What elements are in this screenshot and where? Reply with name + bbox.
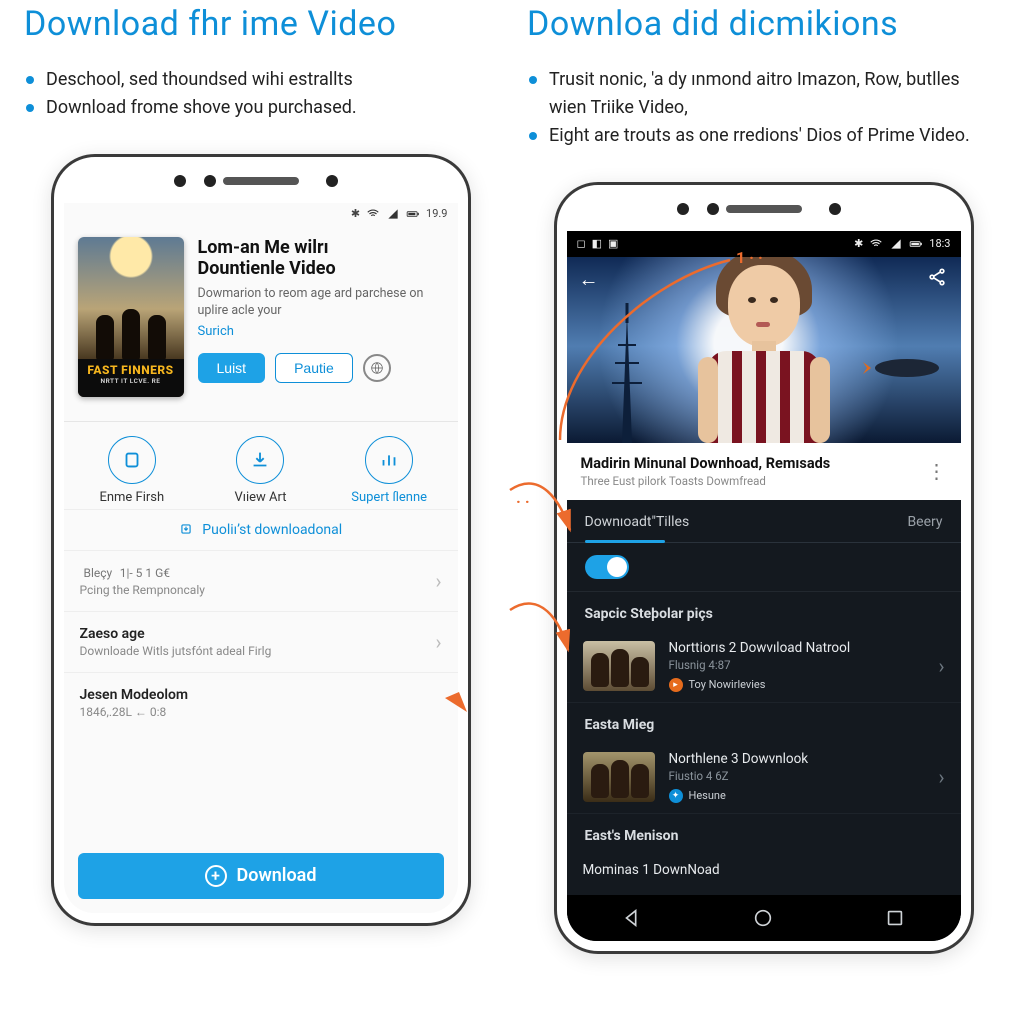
plus-icon: + [205, 865, 227, 887]
play-button[interactable]: Pautie [275, 353, 353, 383]
battery-icon [909, 237, 923, 251]
nav-recent-icon[interactable] [884, 907, 906, 929]
android-navbar [567, 895, 961, 941]
chevron-right-icon: › [435, 630, 441, 654]
card-title: Madirin Minunal Downhoad, Remısads Тhree… [567, 443, 961, 500]
chevron-right-icon: › [435, 569, 441, 593]
back-arrow-icon[interactable]: ← [579, 267, 599, 292]
bullets-left: Deschool, sed thoundsed wihi estrallts D… [24, 66, 497, 122]
step-label: ·· [516, 492, 534, 511]
thumbnail [583, 752, 655, 802]
download-button[interactable]: + Download [78, 853, 444, 899]
card-subtitle: Тhree Eust pilork Toasts Dowmfread [581, 474, 831, 488]
bullet: Trusit nonic, 'a dy ınmond aitro Imazon,… [527, 66, 1000, 122]
list-item[interactable]: Jesen Modeolom 1846,.28L ← 0:8 [64, 673, 458, 733]
download-icon[interactable] [108, 436, 156, 484]
heading-left: Download fhr ime Video [24, 4, 497, 44]
auto-download-toggle[interactable] [585, 555, 629, 579]
circle-label: Vıiew Art [205, 490, 315, 505]
poster-title: FAST FINNERS [87, 363, 173, 377]
chevron-right-icon: › [938, 765, 944, 789]
bars-icon[interactable] [365, 436, 413, 484]
cell-icon [889, 237, 903, 251]
circle-label[interactable]: Supert ſlenne [334, 490, 444, 505]
card-heading: Madirin Minunal Downhoad, Remısads [581, 455, 831, 472]
playlist-download-link[interactable]: Puoliı’st downloadonal [64, 509, 458, 551]
status-time: 19.9 [426, 207, 447, 220]
status-dot-icon: ▸ [669, 678, 683, 692]
nav-back-icon[interactable] [621, 907, 643, 929]
wifi-icon [366, 207, 380, 221]
phone-right: ◻◧▣ ✱ 18:3 ← [554, 182, 974, 954]
step-label: 1·· [736, 248, 767, 267]
bullet: Deschool, sed thoundsed wihi estrallts [24, 66, 497, 94]
movie-desc: Dowmarion to reom age ard parchese on up… [198, 286, 444, 320]
hero-image: ← [567, 257, 961, 443]
circle-label: Enme Firsh [77, 490, 187, 505]
movie-title: Lom-an Me wilrı Dountienle Video [198, 237, 444, 280]
list-item[interactable]: Bleçy 1|- 5 1 G€ Pcing the Rempnoncaly › [64, 551, 458, 612]
list-button[interactable]: Luist [198, 353, 266, 383]
download-row[interactable]: Northlene 3 Dowvnlook Fiustio 4 6Z ✦Hesu… [567, 741, 961, 814]
cell-icon [386, 207, 400, 221]
heading-right: Downloa did dicmikions [527, 4, 1000, 44]
section-heading: East's Menison [567, 814, 961, 852]
share-icon[interactable] [927, 267, 947, 291]
status-bar-light: ✱ 19.9 [64, 203, 458, 225]
poster-subtitle: NRTT IT LCVE. RE [78, 377, 184, 385]
bullets-right: Trusit nonic, 'a dy ınmond aitro Imazon,… [527, 66, 1000, 150]
download-row[interactable]: Norttiorıs 2 Dowvıload Natrool Flusnig 4… [567, 630, 961, 703]
globe-icon[interactable] [363, 354, 391, 382]
status-time: 18:3 [929, 237, 950, 250]
bullet: Eight are trouts as one rredions' Dios o… [527, 122, 1000, 150]
tab-downloads[interactable]: Downıoadt"Tilles [567, 500, 708, 542]
nav-home-icon[interactable] [752, 907, 774, 929]
phone-left: ✱ 19.9 FAST FINNERS NRTT IT LCVE. RE [51, 154, 471, 926]
section-heading: Sapcic Steþolar piçs [567, 592, 961, 630]
battery-icon [406, 207, 420, 221]
list-item[interactable]: Zaeso age Downloade Witls jutsfónt adeal… [64, 612, 458, 673]
bullet: Download frome shove you purchased. [24, 94, 497, 122]
download-circle-icon[interactable] [236, 436, 284, 484]
chevron-right-icon: › [938, 654, 944, 678]
thumbnail [583, 641, 655, 691]
section-heading: Easta Mieg [567, 703, 961, 741]
tab-secondary[interactable]: Beery [889, 500, 960, 542]
movie-poster[interactable]: FAST FINNERS NRTT IT LCVE. RE [78, 237, 184, 397]
wifi-icon [869, 237, 883, 251]
more-vert-icon[interactable]: ⋮ [927, 459, 947, 483]
status-dot-icon: ✦ [669, 789, 683, 803]
movie-link[interactable]: Surich [198, 324, 444, 339]
